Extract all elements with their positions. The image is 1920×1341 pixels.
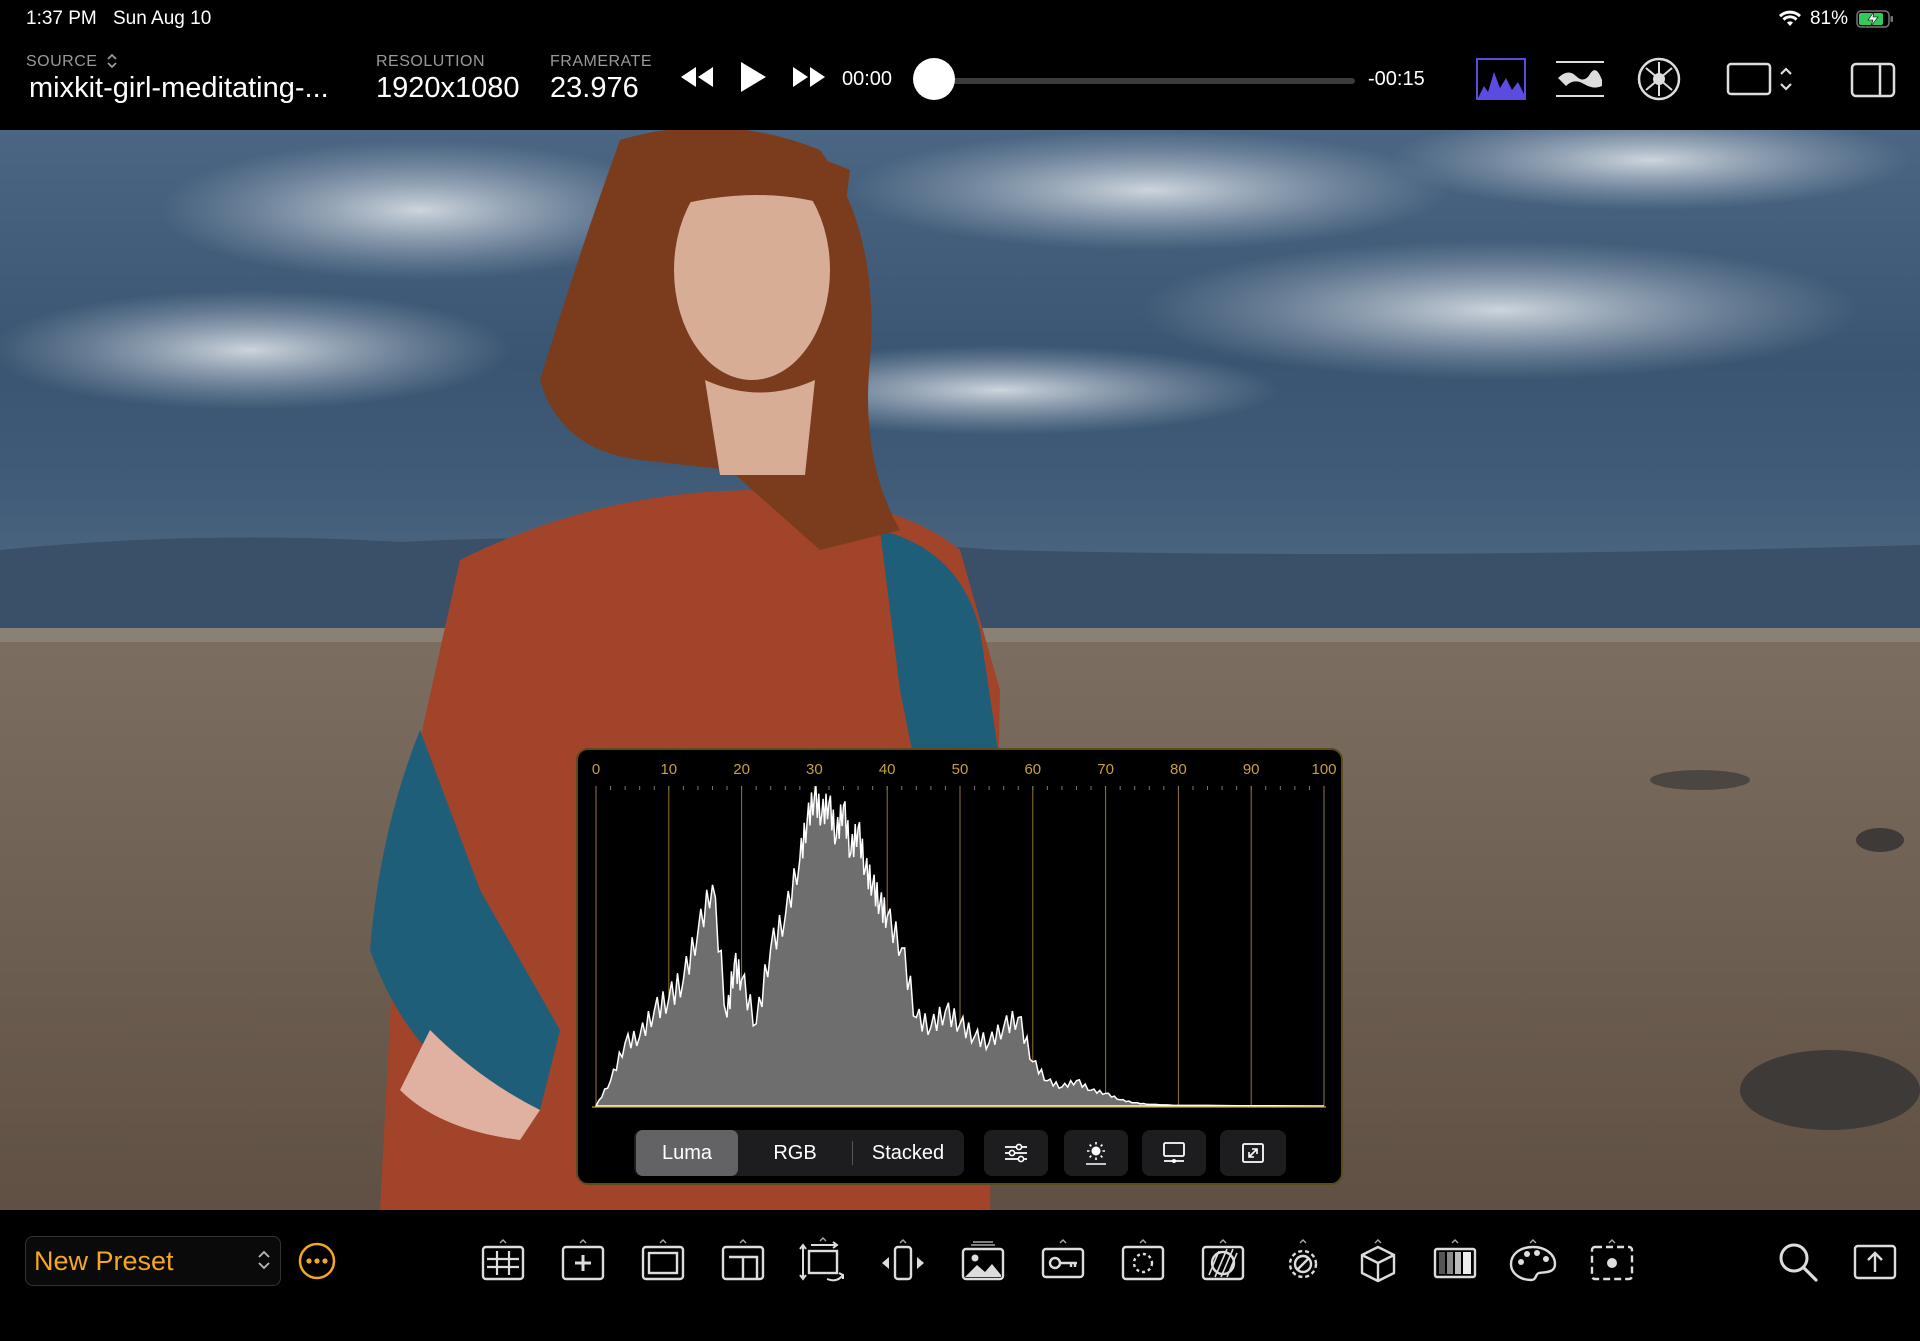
histogram-panel[interactable]: 0 10 20 30 40 50 60 70 80 90 100 Luma RGB Stacked — [576, 748, 1343, 1185]
scale-label: 40 — [879, 761, 896, 778]
key-icon — [1041, 1239, 1085, 1279]
more-options-icon[interactable] — [297, 1241, 337, 1281]
chevron-updown-icon[interactable] — [256, 1248, 272, 1272]
expand-icon — [1242, 1143, 1264, 1163]
sidebar-toggle-icon[interactable] — [1850, 62, 1896, 98]
current-time: 00:00 — [842, 68, 893, 90]
tool-exposure[interactable] — [1275, 1232, 1331, 1290]
sliders-icon — [1005, 1143, 1027, 1163]
fast-forward-icon[interactable] — [790, 64, 828, 90]
resolution-value: 1920x1080 — [376, 72, 520, 104]
scrubber-handle[interactable] — [913, 58, 955, 100]
tool-transform[interactable] — [795, 1232, 851, 1290]
tool-layout[interactable] — [715, 1232, 771, 1290]
tool-false-color[interactable] — [1427, 1232, 1483, 1290]
false-color-icon — [1433, 1239, 1477, 1279]
histogram-scope-icon[interactable] — [1476, 58, 1526, 100]
remaining-time: -00:15 — [1368, 68, 1425, 90]
display-icon — [1163, 1142, 1185, 1163]
status-time: 1:37 PM — [26, 8, 97, 29]
scale-label: 100 — [1311, 761, 1336, 778]
tool-image-overlay[interactable] — [955, 1232, 1011, 1290]
play-icon[interactable] — [738, 60, 768, 94]
tool-frame-guide[interactable] — [635, 1232, 691, 1290]
framerate-value: 23.976 — [550, 72, 639, 104]
preset-name[interactable]: New Preset — [34, 1246, 174, 1277]
histogram-settings-button[interactable] — [984, 1130, 1048, 1176]
transform-icon — [799, 1237, 844, 1282]
battery-percent: 81% — [1809, 8, 1848, 29]
scale-label: 70 — [1097, 761, 1114, 778]
tool-crosshair[interactable] — [555, 1232, 611, 1290]
timeline-scrubber[interactable] — [925, 78, 1355, 84]
rewind-icon[interactable] — [678, 64, 716, 90]
image-icon — [961, 1241, 1005, 1281]
scale-label: 50 — [952, 761, 969, 778]
export-icon[interactable] — [1852, 1240, 1898, 1282]
source-value[interactable]: mixkit-girl-meditating-... — [29, 72, 329, 105]
tool-mirror[interactable] — [875, 1232, 931, 1290]
scale-label: 0 — [592, 761, 600, 778]
chevron-updown-icon[interactable] — [105, 52, 119, 70]
exposure-icon — [1288, 1239, 1318, 1279]
histogram-display-button[interactable] — [1142, 1130, 1206, 1176]
grid-icon — [481, 1239, 525, 1281]
battery-charging-icon — [1856, 10, 1893, 28]
status-right: 81% — [1778, 8, 1894, 30]
status-date: Sun Aug 10 — [113, 8, 212, 29]
scale-label: 10 — [660, 761, 677, 778]
tool-grid[interactable] — [475, 1232, 531, 1290]
scale-label: 90 — [1243, 761, 1260, 778]
frame-icon — [641, 1239, 685, 1281]
tool-color-palette[interactable] — [1505, 1232, 1561, 1290]
aspect-ratio-icon[interactable] — [1726, 62, 1796, 96]
crosshair-icon — [561, 1239, 605, 1281]
source-label: SOURCE — [26, 53, 98, 70]
histogram-brightness-button[interactable] — [1064, 1130, 1128, 1176]
segment-divider — [852, 1141, 853, 1165]
palette-icon — [1509, 1239, 1557, 1282]
scale-label: 80 — [1170, 761, 1187, 778]
histogram-mode-selector: Luma RGB Stacked — [634, 1130, 964, 1176]
wifi-icon — [1778, 10, 1801, 26]
cube-lut-icon — [1360, 1239, 1396, 1283]
histogram-chart: 0 10 20 30 40 50 60 70 80 90 100 — [592, 761, 1337, 1108]
framerate-label: FRAMERATE — [550, 53, 652, 70]
zebra-icon — [1201, 1239, 1245, 1281]
vectorscope-icon[interactable] — [1636, 56, 1682, 102]
mode-luma[interactable]: Luma — [636, 1130, 738, 1176]
scale-label: 30 — [806, 761, 823, 778]
brightness-icon — [1086, 1142, 1106, 1165]
tool-zebra[interactable] — [1195, 1232, 1251, 1290]
scale-label: 20 — [733, 761, 750, 778]
waveform-scope-icon[interactable] — [1554, 58, 1606, 100]
spot-meter-icon — [1590, 1239, 1634, 1281]
scale-label: 60 — [1024, 761, 1041, 778]
resolution-label: RESOLUTION — [376, 53, 486, 70]
histogram-expand-button[interactable] — [1220, 1130, 1286, 1176]
tool-focus-assist[interactable] — [1115, 1232, 1171, 1290]
layout-icon — [721, 1239, 765, 1281]
tool-spot-meter[interactable] — [1584, 1232, 1640, 1290]
mode-rgb[interactable]: RGB — [740, 1130, 850, 1176]
transport-controls — [678, 60, 828, 94]
mode-stacked[interactable]: Stacked — [854, 1130, 962, 1176]
focus-icon — [1121, 1239, 1165, 1281]
tool-lut[interactable] — [1350, 1232, 1406, 1290]
search-icon[interactable] — [1776, 1240, 1820, 1284]
mirror-icon — [882, 1239, 924, 1281]
tool-key[interactable] — [1035, 1232, 1091, 1290]
